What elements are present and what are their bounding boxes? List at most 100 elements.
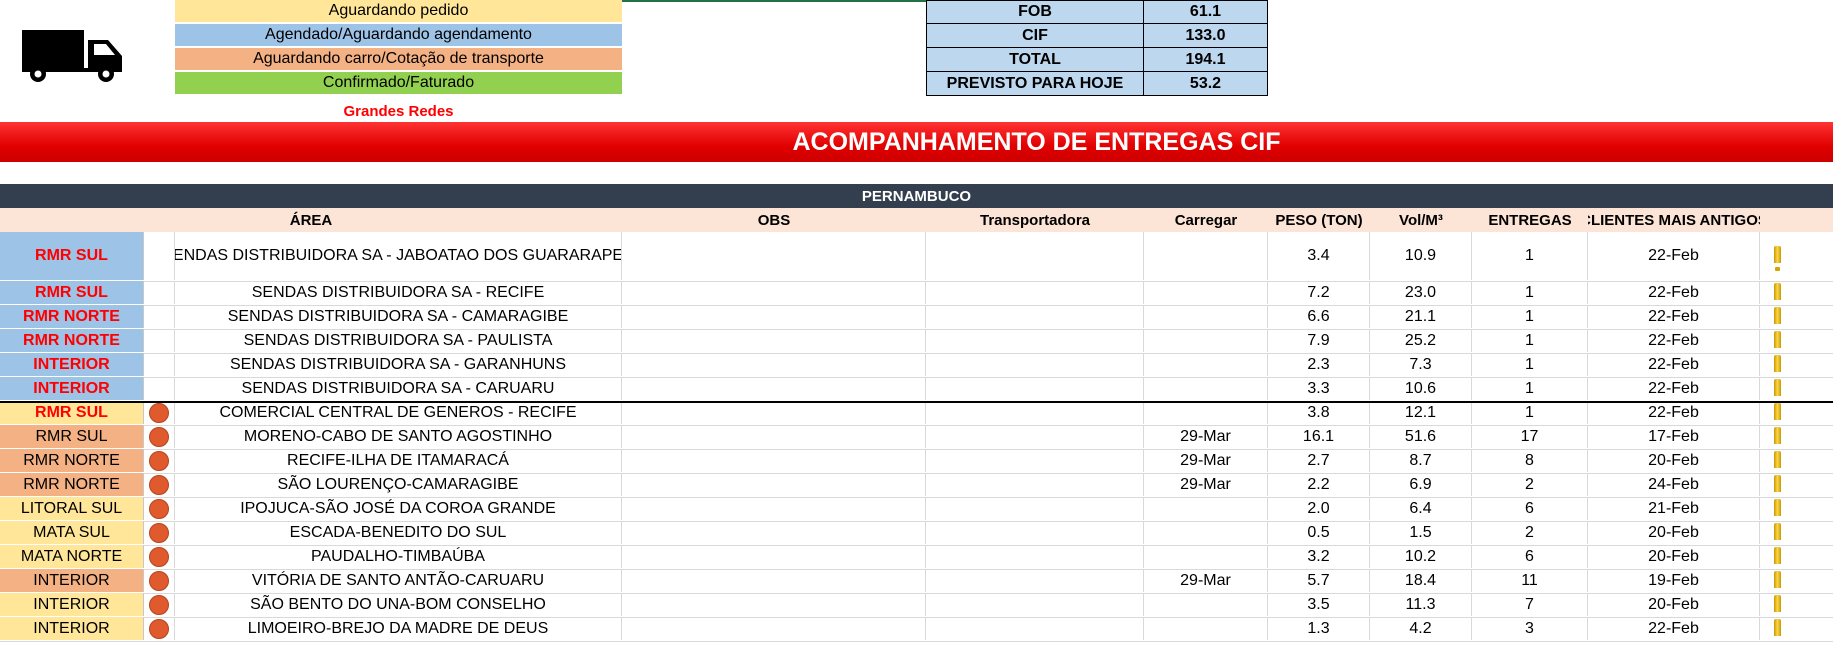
status-cell[interactable] — [144, 617, 175, 640]
carregar-cell[interactable] — [1144, 401, 1268, 424]
vol-cell[interactable]: 8.7 — [1370, 449, 1472, 472]
entregas-cell[interactable]: 2 — [1472, 521, 1588, 544]
area-cell[interactable]: RMR SUL — [0, 232, 144, 280]
transportadora-cell[interactable] — [926, 497, 1144, 520]
vol-cell[interactable]: 4.2 — [1370, 617, 1472, 640]
obs-cell[interactable] — [622, 521, 926, 544]
clientes-antigos-cell[interactable]: 22-Feb — [1588, 232, 1760, 280]
carregar-cell[interactable] — [1144, 305, 1268, 328]
carregar-cell[interactable] — [1144, 617, 1268, 640]
summary-label[interactable]: FOB — [926, 0, 1144, 24]
obs-cell[interactable] — [622, 329, 926, 352]
area-cell[interactable]: INTERIOR — [0, 593, 144, 616]
alert-cell[interactable] — [1760, 401, 1794, 424]
client-cell[interactable]: SÃO LOURENÇO-CAMARAGIBE — [175, 473, 622, 496]
carregar-cell[interactable] — [1144, 329, 1268, 352]
entregas-cell[interactable]: 1 — [1472, 281, 1588, 304]
entregas-cell[interactable]: 7 — [1472, 593, 1588, 616]
area-cell[interactable]: RMR NORTE — [0, 329, 144, 352]
carregar-cell[interactable]: 29-Mar — [1144, 569, 1268, 592]
status-cell[interactable] — [144, 281, 175, 304]
area-cell[interactable]: RMR SUL — [0, 401, 144, 424]
client-cell[interactable]: SÃO BENTO DO UNA-BOM CONSELHO — [175, 593, 622, 616]
status-cell[interactable] — [144, 401, 175, 424]
client-cell[interactable]: ESCADA-BENEDITO DO SUL — [175, 521, 622, 544]
alert-cell[interactable] — [1760, 329, 1794, 352]
peso-cell[interactable]: 2.3 — [1268, 353, 1370, 376]
transportadora-cell[interactable] — [926, 545, 1144, 568]
header-entregas[interactable]: ENTREGAS — [1472, 208, 1588, 232]
header-clientes[interactable]: CLIENTES MAIS ANTIGOS — [1588, 208, 1760, 232]
alert-cell[interactable] — [1760, 545, 1794, 568]
peso-cell[interactable]: 0.5 — [1268, 521, 1370, 544]
peso-cell[interactable]: 2.0 — [1268, 497, 1370, 520]
vol-cell[interactable]: 10.9 — [1370, 232, 1472, 280]
peso-cell[interactable]: 3.8 — [1268, 401, 1370, 424]
alert-cell[interactable] — [1760, 425, 1794, 448]
status-cell[interactable] — [144, 449, 175, 472]
entregas-cell[interactable]: 11 — [1472, 569, 1588, 592]
client-cell[interactable]: MORENO-CABO DE SANTO AGOSTINHO — [175, 425, 622, 448]
transportadora-cell[interactable] — [926, 521, 1144, 544]
status-cell[interactable] — [144, 377, 175, 400]
obs-cell[interactable] — [622, 569, 926, 592]
entregas-cell[interactable]: 8 — [1472, 449, 1588, 472]
summary-value[interactable]: 61.1 — [1144, 0, 1268, 24]
area-cell[interactable]: RMR NORTE — [0, 449, 144, 472]
client-cell[interactable]: SENDAS DISTRIBUIDORA SA - GARANHUNS — [175, 353, 622, 376]
status-cell[interactable] — [144, 353, 175, 376]
carregar-cell[interactable]: 29-Mar — [1144, 473, 1268, 496]
entregas-cell[interactable]: 6 — [1472, 497, 1588, 520]
clientes-antigos-cell[interactable]: 21-Feb — [1588, 497, 1760, 520]
clientes-antigos-cell[interactable]: 19-Feb — [1588, 569, 1760, 592]
area-cell[interactable]: INTERIOR — [0, 617, 144, 640]
transportadora-cell[interactable] — [926, 449, 1144, 472]
header-peso[interactable]: PESO (TON) — [1268, 208, 1370, 232]
header-area[interactable]: ÁREA — [0, 208, 622, 232]
alert-cell[interactable] — [1760, 377, 1794, 400]
alert-cell[interactable] — [1760, 569, 1794, 592]
status-cell[interactable] — [144, 425, 175, 448]
entregas-cell[interactable]: 3 — [1472, 617, 1588, 640]
alert-cell[interactable] — [1760, 305, 1794, 328]
alert-cell[interactable] — [1760, 473, 1794, 496]
transportadora-cell[interactable] — [926, 232, 1144, 280]
header-carregar[interactable]: Carregar — [1144, 208, 1268, 232]
clientes-antigos-cell[interactable]: 22-Feb — [1588, 305, 1760, 328]
clientes-antigos-cell[interactable]: 22-Feb — [1588, 401, 1760, 424]
peso-cell[interactable]: 3.3 — [1268, 377, 1370, 400]
status-cell[interactable] — [144, 473, 175, 496]
client-cell[interactable]: SENDAS DISTRIBUIDORA SA - CARUARU — [175, 377, 622, 400]
transportadora-cell[interactable] — [926, 353, 1144, 376]
summary-label[interactable]: PREVISTO PARA HOJE — [926, 72, 1144, 96]
obs-cell[interactable] — [622, 617, 926, 640]
carregar-cell[interactable] — [1144, 497, 1268, 520]
carregar-cell[interactable]: 29-Mar — [1144, 425, 1268, 448]
peso-cell[interactable]: 2.7 — [1268, 449, 1370, 472]
alert-cell[interactable] — [1760, 353, 1794, 376]
client-cell[interactable]: VITÓRIA DE SANTO ANTÃO-CARUARU — [175, 569, 622, 592]
summary-label[interactable]: TOTAL — [926, 48, 1144, 72]
area-cell[interactable]: LITORAL SUL — [0, 497, 144, 520]
vol-cell[interactable]: 21.1 — [1370, 305, 1472, 328]
vol-cell[interactable]: 51.6 — [1370, 425, 1472, 448]
client-cell[interactable]: RECIFE-ILHA DE ITAMARACÁ — [175, 449, 622, 472]
vol-cell[interactable]: 11.3 — [1370, 593, 1472, 616]
entregas-cell[interactable]: 1 — [1472, 305, 1588, 328]
area-cell[interactable]: RMR SUL — [0, 425, 144, 448]
clientes-antigos-cell[interactable]: 20-Feb — [1588, 593, 1760, 616]
area-cell[interactable]: RMR NORTE — [0, 305, 144, 328]
client-cell[interactable]: LIMOEIRO-BREJO DA MADRE DE DEUS — [175, 617, 622, 640]
obs-cell[interactable] — [622, 353, 926, 376]
transportadora-cell[interactable] — [926, 305, 1144, 328]
client-cell[interactable]: IPOJUCA-SÃO JOSÉ DA COROA GRANDE — [175, 497, 622, 520]
clientes-antigos-cell[interactable]: 20-Feb — [1588, 521, 1760, 544]
carregar-cell[interactable] — [1144, 353, 1268, 376]
status-cell[interactable] — [144, 521, 175, 544]
status-cell[interactable] — [144, 329, 175, 352]
status-cell[interactable] — [144, 545, 175, 568]
transportadora-cell[interactable] — [926, 329, 1144, 352]
obs-cell[interactable] — [622, 449, 926, 472]
transportadora-cell[interactable] — [926, 617, 1144, 640]
alert-cell[interactable] — [1760, 617, 1794, 640]
